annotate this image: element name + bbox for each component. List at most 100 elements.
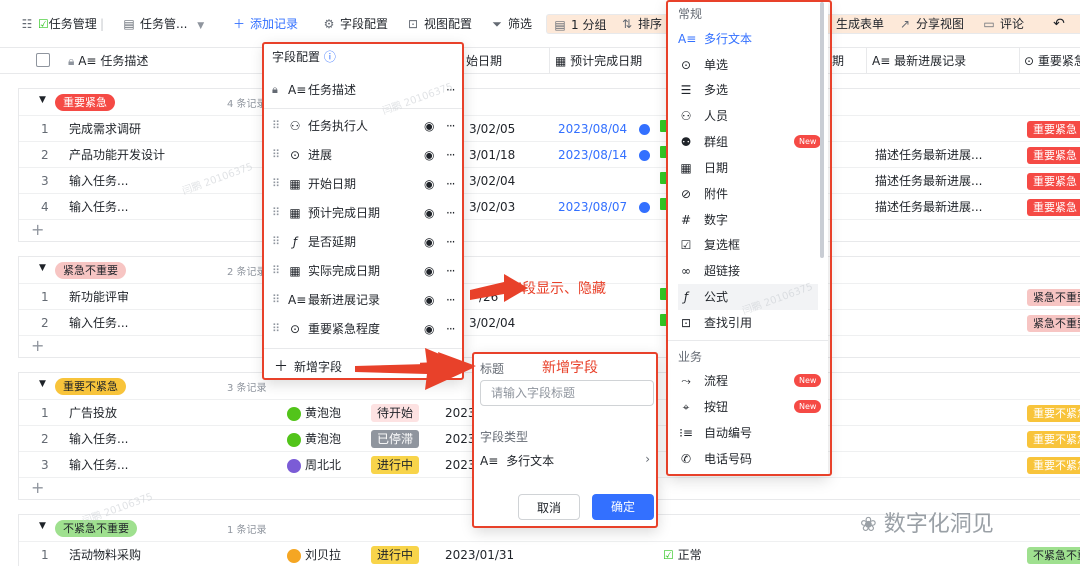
column-latest-progress[interactable]: A≡ 最新进展记录 — [872, 48, 1012, 74]
owner-cell[interactable]: 黄泡泡 — [287, 400, 341, 426]
select-all-checkbox[interactable] — [36, 53, 50, 67]
table-row[interactable]: 1 活动物料采购 刘贝拉 进行中 2023/01/31 ☑ 正常 不紧急不重要 — [19, 541, 1080, 566]
more-icon[interactable]: ··· — [446, 141, 456, 169]
start-date-cell[interactable]: 3/02/05 — [469, 116, 515, 142]
type-item[interactable]: ⊙ 单选 — [678, 52, 818, 78]
type-item[interactable]: ⤳ 流程 New — [678, 368, 822, 394]
more-icon[interactable]: ··· — [446, 228, 456, 256]
view-config-button[interactable]: ⊡ 视图配置 — [406, 15, 472, 33]
task-desc-cell[interactable]: 广告投放 — [69, 400, 117, 426]
type-item[interactable]: # 数字 — [678, 207, 818, 233]
add-record-button[interactable]: ＋ 添加记录 — [232, 15, 298, 33]
drag-handle-icon[interactable]: ⠿ — [272, 112, 280, 140]
latest-progress-cell[interactable]: 描述任务最新进展... — [875, 194, 982, 220]
type-item[interactable]: ⌖ 按钮 New — [678, 394, 822, 420]
type-item[interactable]: ⚇ 人员 — [678, 103, 818, 129]
drag-handle-icon[interactable]: ⠿ — [272, 257, 280, 285]
field-item[interactable]: ⠿ ƒ 是否延期 ◉ ··· — [272, 228, 458, 256]
table-row[interactable]: 4 输入任务... 3/02/03 2023/08/07 描述任务最新进展...… — [19, 193, 1080, 219]
more-icon[interactable]: ··· — [446, 112, 456, 140]
more-icon[interactable]: ··· — [446, 199, 456, 227]
single-select-icon: ⊙ — [289, 322, 301, 336]
comment-button[interactable]: ▭ 评论 — [982, 15, 1024, 33]
ok-button[interactable]: 确定 — [592, 494, 654, 520]
chevron-right-icon: › — [645, 452, 650, 466]
add-field-button[interactable]: ＋ 新增字段 — [274, 356, 342, 376]
start-date-cell[interactable]: 3/01/18 — [469, 142, 515, 168]
eye-icon[interactable]: ◉ — [424, 141, 434, 169]
column-hidden[interactable]: 期 — [832, 48, 862, 74]
scrollbar[interactable] — [820, 2, 824, 258]
column-task-desc[interactable]: 🔒︎ A≡ 任务描述 — [68, 48, 268, 74]
task-desc-cell[interactable]: 输入任务... — [69, 168, 128, 194]
table-row[interactable]: 3 输入任务... 3/02/04 描述任务最新进展... 重要紧急 — [19, 167, 1080, 193]
field-item[interactable]: ⠿ ⊙ 进展 ◉ ··· — [272, 141, 458, 169]
drag-handle-icon[interactable]: ⠿ — [272, 199, 280, 227]
filter-button[interactable]: ⏷ 筛选 — [490, 15, 532, 33]
type-item[interactable]: ⊘ 附件 — [678, 181, 818, 207]
drag-handle-icon[interactable]: ⠿ — [272, 286, 280, 314]
expected-finish-cell[interactable]: 2023/08/14 — [558, 142, 627, 168]
task-desc-cell[interactable]: 完成需求调研 — [69, 116, 141, 142]
eye-icon[interactable]: ◉ — [424, 228, 434, 256]
drag-handle-icon[interactable]: ⠿ — [272, 170, 280, 198]
expected-finish-cell[interactable]: 2023/08/07 — [558, 194, 627, 220]
share-view-button[interactable]: ↗ 分享视图 — [898, 15, 964, 33]
add-row[interactable]: + — [19, 219, 1080, 243]
type-item[interactable]: ☰ 多选 — [678, 77, 818, 103]
view-selector[interactable]: ▤ 任务管... ▼ — [122, 15, 204, 33]
owner-cell[interactable]: 刘贝拉 — [287, 542, 341, 566]
table-row[interactable]: 2 输入任务... 3/02/04 紧急不重要 — [19, 309, 1080, 335]
group-header[interactable]: ▼ 重要紧急 4 条记录 — [19, 89, 1080, 115]
latest-progress-cell[interactable]: 描述任务最新进展... — [875, 168, 982, 194]
type-item[interactable]: ☑ 复选框 — [678, 232, 818, 258]
start-date-cell[interactable]: 2023/01/31 — [445, 542, 514, 566]
table-tab[interactable]: ☷ ☑任务管理 — [20, 15, 97, 33]
owner-cell[interactable]: 黄泡泡 — [287, 426, 341, 452]
type-selector[interactable]: A≡ 多行文本 › — [480, 452, 654, 472]
owner-cell[interactable]: 周北北 — [287, 452, 341, 478]
drag-handle-icon[interactable]: ⠿ — [272, 141, 280, 169]
eye-icon[interactable]: ◉ — [424, 112, 434, 140]
undo-button[interactable]: ↶ — [1052, 15, 1070, 33]
type-item[interactable]: ▦ 日期 — [678, 155, 818, 181]
drag-handle-icon[interactable]: ⠿ — [272, 228, 280, 256]
start-date-cell[interactable]: 3/02/03 — [469, 194, 515, 220]
task-desc-cell[interactable]: 产品功能开发设计 — [69, 142, 165, 168]
type-item[interactable]: A≡ 多行文本 — [678, 26, 818, 52]
task-desc-cell[interactable]: 输入任务... — [69, 194, 128, 220]
column-urgency[interactable]: ⊙ 重要紧急 — [1024, 48, 1080, 74]
type-item[interactable]: ∞ 超链接 — [678, 258, 818, 284]
start-date-cell[interactable]: 2023 — [445, 426, 476, 452]
eye-icon[interactable]: ◉ — [424, 170, 434, 198]
sort-button[interactable]: ⇅ 排序 — [620, 15, 662, 33]
column-expected-finish[interactable]: ▦ 预计完成日期 — [555, 48, 659, 74]
more-icon[interactable]: ··· — [446, 170, 456, 198]
expected-finish-cell[interactable]: 2023/08/04 — [558, 116, 627, 142]
task-desc-cell[interactable]: 输入任务... — [69, 452, 128, 478]
latest-progress-cell[interactable]: 描述任务最新进展... — [875, 142, 982, 168]
generate-form-button[interactable]: 生成表单 — [836, 15, 884, 33]
task-desc-cell[interactable]: 活动物料采购 — [69, 542, 141, 566]
field-item[interactable]: ⠿ ▦ 开始日期 ◉ ··· — [272, 170, 458, 198]
field-config-button[interactable]: ⚙ 字段配置 — [322, 15, 388, 33]
help-icon[interactable]: ⓘ — [324, 50, 336, 64]
drag-handle-icon[interactable]: ⠿ — [272, 315, 280, 343]
type-item[interactable]: ✆ 电话号码 — [678, 446, 818, 472]
task-desc-cell[interactable]: 输入任务... — [69, 426, 128, 452]
start-date-cell[interactable]: 2023 — [445, 452, 476, 478]
task-desc-cell[interactable]: 输入任务... — [69, 310, 128, 336]
field-item[interactable]: ⠿ ▦ 预计完成日期 ◉ ··· — [272, 199, 458, 227]
cancel-button[interactable]: 取消 — [518, 494, 580, 520]
start-date-cell[interactable]: 3/02/04 — [469, 168, 515, 194]
table-row[interactable]: 2 产品功能开发设计 3/01/18 2023/08/14 描述任务最新进展..… — [19, 141, 1080, 167]
table-row[interactable]: 1 完成需求调研 3/02/05 2023/08/04 重要紧急 — [19, 115, 1080, 141]
type-item[interactable]: ⚉ 群组 New — [678, 129, 822, 155]
eye-icon[interactable]: ◉ — [424, 199, 434, 227]
column-start-date[interactable]: 始日期 — [466, 48, 546, 74]
start-date-cell[interactable]: 2023 — [445, 400, 476, 426]
delay-cell[interactable]: ☑ 正常 — [663, 542, 702, 566]
task-desc-cell[interactable]: 新功能评审 — [69, 284, 129, 310]
type-item[interactable]: ⁝≡ 自动编号 — [678, 420, 818, 446]
field-item[interactable]: ⠿ ⚇ 任务执行人 ◉ ··· — [272, 112, 458, 140]
